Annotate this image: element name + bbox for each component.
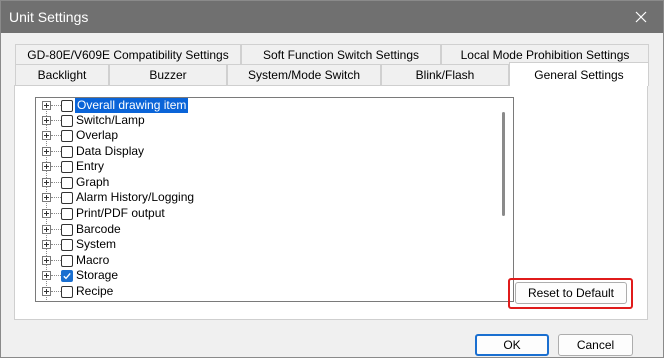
tree-connector	[51, 105, 61, 106]
vertical-scrollbar[interactable]	[502, 112, 505, 216]
expand-icon[interactable]	[42, 147, 51, 156]
tab-label: Blink/Flash	[415, 68, 475, 82]
tree-item[interactable]: Barcode	[36, 222, 506, 237]
button-label: Reset to Default	[527, 286, 615, 300]
tab-label: System/Mode Switch	[247, 68, 361, 82]
title-bar[interactable]: Unit Settings	[1, 1, 663, 33]
close-button[interactable]	[619, 1, 663, 33]
tree-item-checkbox[interactable]	[61, 285, 73, 298]
tree-connector	[51, 213, 61, 214]
tree-item-label: Switch/Lamp	[76, 113, 145, 127]
tab-label: General Settings	[534, 67, 624, 82]
tree-connector	[51, 135, 61, 136]
tree-item-checkbox[interactable]	[61, 191, 73, 204]
tree-item-label: Barcode	[76, 222, 121, 236]
tree-item[interactable]: System	[36, 237, 506, 252]
tree-connector	[51, 151, 61, 152]
tab-blink-flash[interactable]: Blink/Flash	[381, 64, 509, 85]
ok-button[interactable]: OK	[475, 334, 549, 356]
tree-item-checkbox[interactable]	[61, 114, 73, 127]
tree-item[interactable]: Graph	[36, 175, 506, 190]
expand-icon[interactable]	[42, 116, 51, 125]
tree-item-checkbox[interactable]	[61, 238, 73, 251]
unit-settings-dialog: Unit Settings GD-80E/V609E Compatibility…	[0, 0, 664, 358]
tree-item-checkbox[interactable]	[61, 99, 73, 112]
tree-connector	[51, 120, 61, 121]
tree-item-label: Overall drawing item	[75, 98, 189, 113]
tree-item-checkbox[interactable]	[61, 160, 73, 173]
tree-connector	[51, 197, 61, 198]
tree-item[interactable]: Recipe	[36, 284, 506, 299]
tree-item-label: Print/PDF output	[76, 206, 165, 220]
expand-icon[interactable]	[42, 209, 51, 218]
tree-item-label: Recipe	[76, 284, 114, 298]
tree-item[interactable]: Alarm History/Logging	[36, 190, 506, 205]
tree-item[interactable]: Entry	[36, 159, 506, 174]
checkmark-icon	[63, 272, 71, 279]
expand-icon[interactable]	[42, 271, 51, 280]
tree-item-checkbox[interactable]	[61, 145, 73, 158]
tree-item-checkbox[interactable]	[61, 176, 73, 189]
cancel-button[interactable]: Cancel	[558, 334, 633, 356]
tree-item-checkbox[interactable]	[61, 129, 73, 142]
expand-icon[interactable]	[42, 162, 51, 171]
expand-icon[interactable]	[42, 240, 51, 249]
tree-item[interactable]: Data Display	[36, 144, 506, 159]
settings-tree[interactable]: Overall drawing item Switch/Lamp Overlap…	[35, 97, 514, 302]
expand-icon[interactable]	[42, 287, 51, 296]
tree-item-label: System	[76, 237, 117, 251]
tree-item-checkbox[interactable]	[61, 254, 73, 267]
expand-icon[interactable]	[42, 256, 51, 265]
tree-item-label: Entry	[76, 159, 105, 173]
reset-to-default-button[interactable]: Reset to Default	[515, 282, 627, 304]
tree-item[interactable]: Overall drawing item	[36, 98, 506, 113]
expand-icon[interactable]	[42, 193, 51, 202]
tree-item[interactable]: Overlap	[36, 128, 506, 143]
tree-item-label: Alarm History/Logging	[76, 190, 195, 204]
tree-item-label: Graph	[76, 175, 110, 189]
expand-icon[interactable]	[42, 131, 51, 140]
tree-item-label: Storage	[76, 268, 119, 282]
button-label: OK	[503, 338, 521, 352]
window-title: Unit Settings	[9, 9, 89, 25]
expand-icon[interactable]	[42, 101, 51, 110]
tree-item-label: Data Display	[76, 144, 145, 158]
tab-label: GD-80E/V609E Compatibility Settings	[27, 48, 229, 62]
tree-connector	[51, 229, 61, 230]
tab-label: Buzzer	[149, 68, 187, 82]
tab-system-mode-switch[interactable]: System/Mode Switch	[227, 64, 381, 85]
tab-label: Local Mode Prohibition Settings	[460, 48, 630, 62]
expand-icon[interactable]	[42, 178, 51, 187]
tab-soft-function-switch-settings[interactable]: Soft Function Switch Settings	[241, 44, 441, 65]
tree-connector	[51, 244, 61, 245]
tab-buzzer[interactable]: Buzzer	[109, 64, 227, 85]
tree-item[interactable]: Macro	[36, 253, 506, 268]
tree-item[interactable]: Storage	[36, 268, 506, 283]
tree-connector	[51, 260, 61, 261]
tree-connector	[51, 166, 61, 167]
tree-item-checkbox[interactable]	[61, 223, 73, 236]
button-label: Cancel	[576, 338, 615, 352]
tab-backlight[interactable]: Backlight	[15, 64, 109, 85]
tree-item[interactable]: Switch/Lamp	[36, 113, 506, 128]
tree-connector	[51, 182, 61, 183]
close-icon	[635, 11, 647, 23]
tab-compatibility-settings[interactable]: GD-80E/V609E Compatibility Settings	[15, 44, 241, 65]
tree-item[interactable]: Print/PDF output	[36, 206, 506, 221]
tree-item-checkbox[interactable]	[61, 207, 73, 220]
tree-connector	[51, 275, 61, 276]
tab-label: Soft Function Switch Settings	[262, 48, 420, 62]
expand-icon[interactable]	[42, 225, 51, 234]
tree-item-label: Macro	[76, 253, 110, 267]
tree-item-label: Overlap	[76, 128, 119, 142]
tab-label: Backlight	[37, 68, 87, 82]
tree-item-checkbox[interactable]	[61, 269, 73, 282]
tree-connector	[51, 291, 61, 292]
tab-general-settings[interactable]: General Settings	[509, 62, 649, 86]
